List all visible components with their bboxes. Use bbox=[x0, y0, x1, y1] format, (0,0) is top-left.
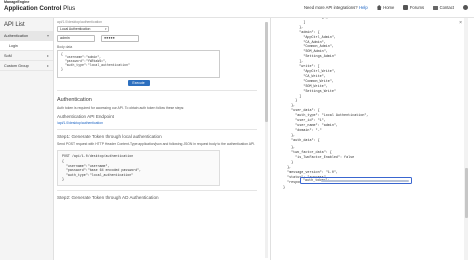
username-field[interactable]: admin bbox=[57, 35, 95, 42]
chevron-down-icon: ▾ bbox=[46, 33, 49, 38]
forums-icon bbox=[403, 5, 409, 10]
divider bbox=[57, 128, 257, 130]
chevron-right-icon: ▸ bbox=[46, 63, 49, 68]
top-bar: ManageEngine Application Control Plus Ne… bbox=[0, 0, 474, 18]
body-data-label: Body data bbox=[57, 44, 73, 49]
main-scrollbar[interactable] bbox=[265, 22, 268, 258]
chevron-down-icon: ▾ bbox=[104, 27, 107, 31]
endpoint-heading: Authentication API Endpoint bbox=[57, 113, 114, 119]
home-icon bbox=[376, 5, 382, 10]
product-name: Application Control Plus bbox=[4, 4, 76, 12]
password-field[interactable]: ●●●●● bbox=[101, 35, 139, 42]
sidebar: API List Authentication ▾ Login SoM ▸ Cu… bbox=[0, 18, 54, 260]
top-nav: Need more API integrations? Help Home Fo… bbox=[304, 5, 468, 10]
auth-type-select[interactable]: Local Authentication ▾ bbox=[57, 26, 109, 32]
mail-icon bbox=[433, 5, 439, 10]
sidebar-item-som[interactable]: SoM ▸ bbox=[0, 51, 53, 61]
response-json-top: "Settings_Viewer" ] }, "admin": { "AppCt… bbox=[291, 18, 369, 143]
scrollbar-thumb[interactable] bbox=[464, 168, 468, 218]
auth-token-value-redacted bbox=[321, 179, 409, 183]
divider bbox=[57, 189, 257, 191]
api-integrations-link[interactable]: Need more API integrations? Help bbox=[304, 5, 368, 10]
nav-home[interactable]: Home bbox=[376, 5, 394, 10]
authentication-heading: Authentication bbox=[57, 96, 92, 103]
close-icon[interactable]: × bbox=[459, 20, 462, 26]
execute-button[interactable]: Execute bbox=[127, 79, 150, 86]
endpoint-link[interactable]: /api/1.0/desktop/authentication bbox=[57, 121, 269, 125]
step1-description: Send POST request with HTTP Header Conte… bbox=[57, 141, 256, 146]
scrollbar-thumb[interactable] bbox=[265, 22, 268, 122]
nav-forums[interactable]: Forums bbox=[403, 5, 424, 10]
main-content: api/1.0/desktop/authentication Local Aut… bbox=[57, 18, 269, 260]
brand-logo[interactable]: ManageEngine Application Control Plus bbox=[4, 0, 76, 12]
step2-heading: Step2: Generate Token through AD Authent… bbox=[57, 194, 159, 200]
step1-heading: Step1: Generate Token through local auth… bbox=[57, 133, 162, 139]
nav-user[interactable] bbox=[463, 5, 468, 10]
sidebar-item-custom-group[interactable]: Custom Group ▸ bbox=[0, 61, 53, 71]
chevron-right-icon: ▸ bbox=[46, 53, 49, 58]
divider bbox=[57, 89, 257, 91]
response-panel: × "Settings_Viewer" ] }, "admin": { "App… bbox=[270, 18, 468, 260]
endpoint-path: api/1.0/desktop/authentication bbox=[57, 20, 103, 24]
sidebar-item-authentication[interactable]: Authentication ▾ bbox=[0, 31, 53, 41]
response-scrollbar[interactable] bbox=[464, 18, 468, 260]
body-data-textarea[interactable]: { "username":"admin", "password":"YWRtaW… bbox=[57, 49, 220, 78]
auth-token-highlight: "auth_token": bbox=[300, 177, 412, 184]
sidebar-title: API List bbox=[4, 22, 25, 28]
user-icon bbox=[463, 5, 468, 10]
nav-contact[interactable]: Contact bbox=[433, 5, 454, 10]
auth-description: Auth token is required for accessing our… bbox=[57, 105, 185, 110]
sidebar-item-login[interactable]: Login bbox=[0, 41, 53, 51]
code-sample: POST /api/1.0/desktop/authentication { "… bbox=[57, 150, 220, 186]
help-link[interactable]: Help bbox=[359, 5, 368, 10]
